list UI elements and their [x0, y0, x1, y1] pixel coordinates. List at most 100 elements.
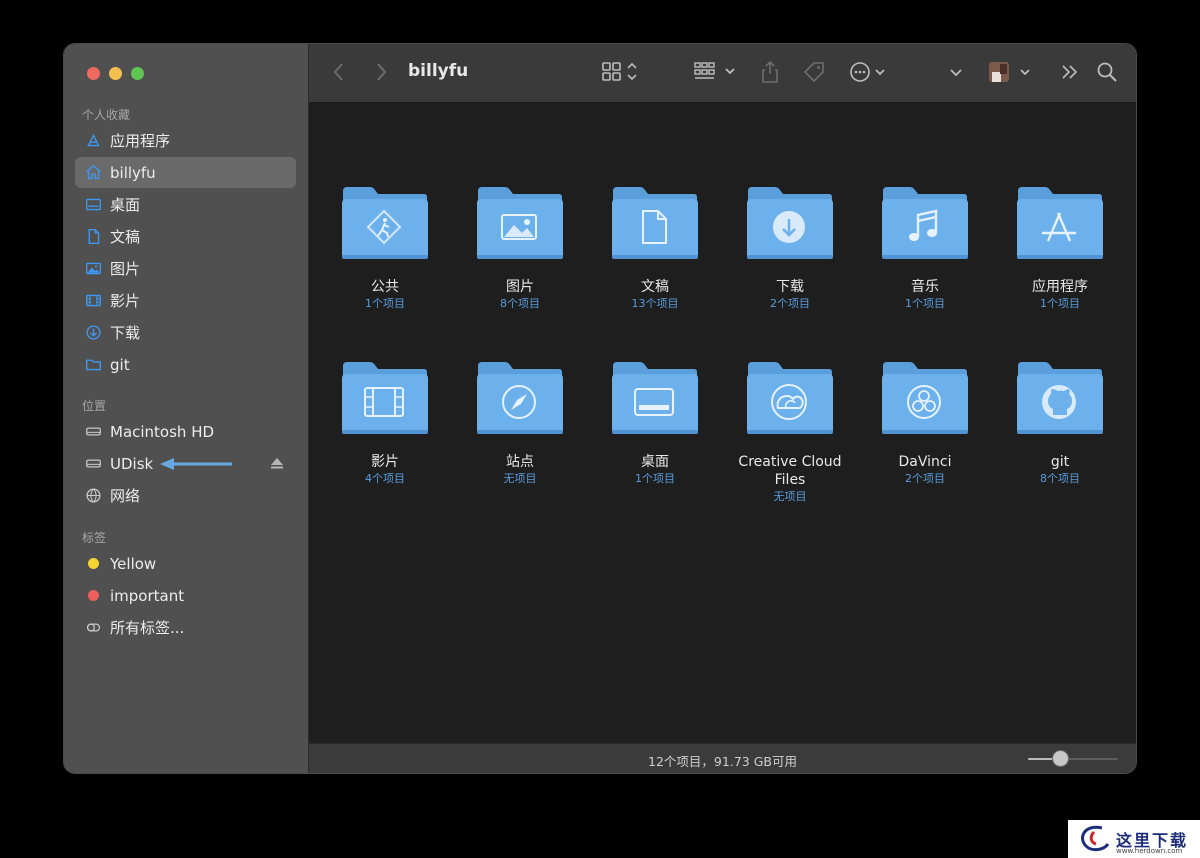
home-icon: [83, 163, 103, 183]
sidebar-section-title: 位置: [82, 399, 107, 413]
globe-icon: [83, 486, 103, 506]
sidebar-item-label: Yellow: [110, 554, 157, 573]
folder-desktop-icon: [612, 362, 698, 434]
folder-item[interactable]: 下载 2个项目: [730, 185, 850, 312]
sidebar-item[interactable]: git: [75, 349, 296, 380]
tag-dot-icon: [83, 554, 103, 574]
close-button[interactable]: [87, 67, 100, 80]
desktop-icon: [83, 195, 103, 215]
folder-item-count: 1个项目: [905, 297, 945, 310]
forward-button[interactable]: [375, 62, 387, 82]
sidebar-item[interactable]: 影片: [75, 285, 296, 316]
double-chevron-right-icon: [1062, 65, 1078, 79]
folder-name: 应用程序: [1032, 279, 1088, 295]
folder-item-count: 4个项目: [365, 472, 405, 485]
toolbar-overflow-button[interactable]: [1061, 60, 1079, 84]
share-button[interactable]: [760, 60, 780, 84]
tag-dot-icon: [83, 586, 103, 606]
folder-item[interactable]: 桌面 1个项目: [595, 360, 715, 487]
sidebar-item[interactable]: 文稿: [75, 221, 296, 252]
sidebar-tag-item[interactable]: Yellow: [75, 548, 296, 579]
watermark-logo: [1081, 825, 1110, 852]
sidebar-item[interactable]: 网络: [75, 480, 296, 511]
folder-item[interactable]: 应用程序 1个项目: [1000, 185, 1120, 312]
folder-cc-icon: [747, 362, 833, 434]
folder-item[interactable]: 公共 1个项目: [325, 185, 445, 312]
folder-item-count: 1个项目: [635, 472, 675, 485]
chevron-right-icon: [377, 63, 387, 81]
folder-item-count: 无项目: [773, 490, 807, 503]
status-text: 12个项目，91.73 GB可用: [648, 754, 797, 769]
folder-name: git: [1050, 454, 1070, 470]
folder-item[interactable]: 文稿 13个项目: [595, 185, 715, 312]
view-mode-button[interactable]: [602, 60, 642, 84]
icon-size-slider[interactable]: [1028, 750, 1118, 767]
sidebar-item[interactable]: UDisk: [75, 448, 296, 479]
folder-item[interactable]: 站点 无项目: [460, 360, 580, 487]
sidebar-item[interactable]: 桌面: [75, 189, 296, 220]
icon-view-icon: [602, 62, 637, 81]
zoom-button[interactable]: [131, 67, 144, 80]
watermark-url: www.herdown.com: [1116, 847, 1183, 855]
more-actions-button[interactable]: [849, 60, 889, 84]
sidebar-item-label: 应用程序: [110, 132, 171, 150]
folder-film-icon: [342, 362, 428, 434]
folder-item-count: 8个项目: [500, 297, 540, 310]
folder-item-count: 8个项目: [1040, 472, 1080, 485]
slider-knob[interactable]: [1051, 750, 1069, 767]
folder-item-count: 1个项目: [365, 297, 405, 310]
profile-button[interactable]: [989, 60, 1039, 84]
eject-icon[interactable]: [270, 456, 284, 470]
traffic-lights: [87, 67, 144, 80]
folder-download-icon: [747, 187, 833, 259]
folder-name: Creative Cloud Files: [738, 454, 842, 488]
window-title: billyfu: [408, 61, 469, 81]
tag-button[interactable]: [802, 60, 826, 84]
search-icon: [1097, 62, 1117, 82]
folder-item[interactable]: Creative Cloud Files 无项目: [730, 360, 850, 505]
folder-name: 音乐: [911, 279, 939, 295]
folder-name: 文稿: [641, 279, 669, 295]
sidebar-item[interactable]: 应用程序: [75, 125, 296, 156]
search-button[interactable]: [1096, 60, 1118, 84]
folder-name: 公共: [371, 279, 399, 295]
folder-item[interactable]: DaVinci 2个项目: [865, 360, 985, 487]
sidebar-item-label: git: [110, 355, 130, 374]
folder-item[interactable]: 图片 8个项目: [460, 185, 580, 312]
sidebar-item-label: 网络: [110, 487, 141, 505]
folder-item-count: 1个项目: [1040, 297, 1080, 310]
folder-item[interactable]: 影片 4个项目: [325, 360, 445, 487]
sidebar-item[interactable]: 图片: [75, 253, 296, 284]
sidebar-tag-item[interactable]: important: [75, 580, 296, 611]
drive-icon: [83, 454, 103, 474]
sidebar-section-title: 标签: [82, 531, 107, 545]
chevron-down-icon: [1020, 69, 1030, 76]
photo-icon: [83, 259, 103, 279]
folder-name: 图片: [506, 279, 534, 295]
minimize-button[interactable]: [109, 67, 122, 80]
download-icon: [83, 323, 103, 343]
folder-name: 桌面: [641, 454, 669, 470]
folder-name: 站点: [506, 454, 534, 470]
sidebar-item-label: billyfu: [110, 163, 156, 182]
watermark: 这里下载 www.herdown.com: [1068, 820, 1200, 858]
sidebar-item[interactable]: Macintosh HD: [75, 416, 296, 447]
sidebar-item-label: 影片: [110, 292, 141, 310]
folder-item[interactable]: git 8个项目: [1000, 360, 1120, 487]
sidebar-item-label: Macintosh HD: [110, 422, 215, 441]
sidebar-section-title: 个人收藏: [82, 108, 131, 122]
sidebar-tag-item[interactable]: 所有标签...: [75, 612, 296, 643]
path-dropdown-button[interactable]: [949, 60, 963, 84]
folder-davinci-icon: [882, 362, 968, 434]
group-button[interactable]: [694, 60, 738, 84]
sidebar-item[interactable]: billyfu: [75, 157, 296, 188]
finder-window: 个人收藏 应用程序 billyfu 桌面 文稿 图片 影片 下载 git 位置 M…: [64, 44, 1136, 773]
back-button[interactable]: [333, 62, 345, 82]
folder-name: 影片: [371, 454, 399, 470]
folder-item[interactable]: 音乐 1个项目: [865, 185, 985, 312]
folder-item-count: 无项目: [503, 472, 537, 485]
document-icon: [83, 227, 103, 247]
sidebar-item-label: 下载: [110, 324, 141, 342]
sidebar-item[interactable]: 下载: [75, 317, 296, 348]
sidebar-item-label: 桌面: [110, 196, 141, 214]
